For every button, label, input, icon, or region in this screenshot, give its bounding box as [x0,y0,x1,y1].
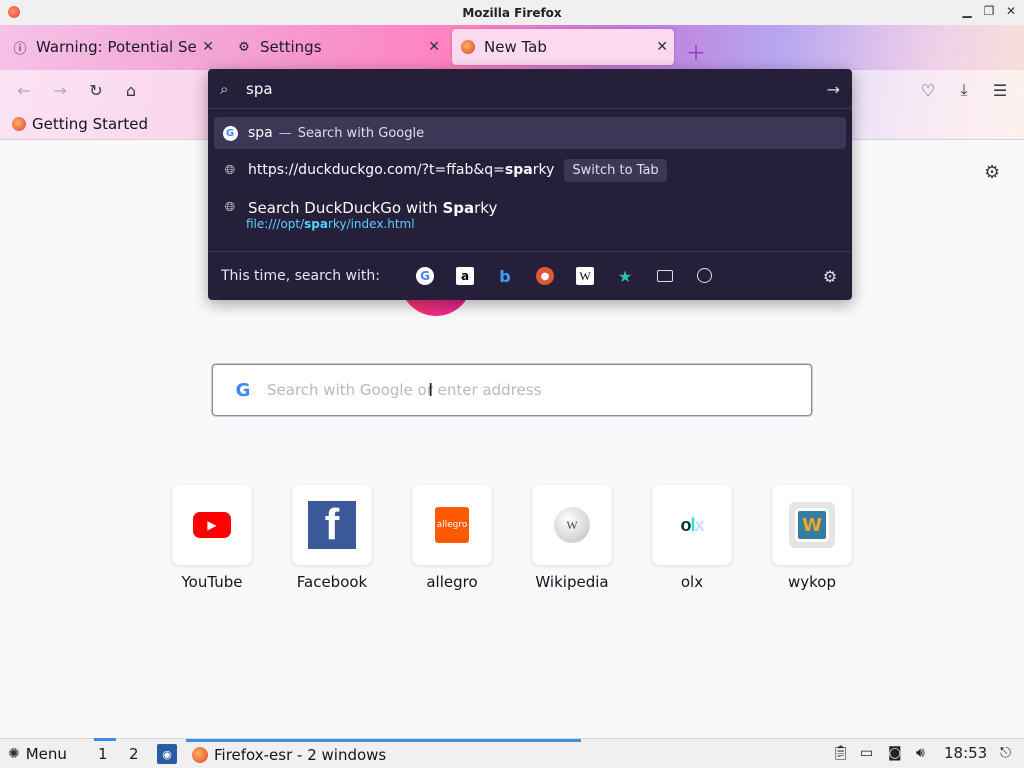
top-site-label: allegro [426,573,478,591]
menu-swirl-icon: ✺ [8,746,20,762]
display-icon[interactable]: ▭ [860,745,873,761]
top-site-label: Facebook [296,573,368,591]
top-site-label: olx [680,573,704,591]
text-cursor-icon: I [428,380,434,401]
window-title: Mozilla Firefox [462,5,562,20]
top-site-olx[interactable]: olx olx [652,485,732,591]
task-label: Firefox-esr - 2 windows [214,746,387,764]
globe-icon: 🌐︎ [224,199,236,215]
switch-to-tab-button[interactable]: Switch to Tab [564,158,667,182]
suggestion-history[interactable]: 🌐︎ Search DuckDuckGo with Sparky file://… [214,195,846,241]
start-menu-button[interactable]: ✺ Menu [8,745,67,763]
google-engine-icon[interactable]: G [416,267,434,285]
menu-label: Menu [25,745,67,763]
search-with-label: This time, search with: [221,267,380,284]
google-icon: G [235,379,251,401]
top-site-wikipedia[interactable]: W Wikipedia [532,485,612,591]
power-icon[interactable]: ⎋ [1000,745,1011,761]
notes-icon[interactable]: ◙ [888,745,902,761]
reload-button[interactable]: ↻ [86,80,106,100]
url-bar-popup: ⌕ spa → G spa — Search with Google 🌐︎ ht… [208,69,852,300]
close-tab-icon[interactable]: ✕ [656,39,668,55]
bookmark-getting-started[interactable]: Getting Started [12,115,148,133]
page-settings-gear-icon[interactable]: ⚙ [984,162,1000,183]
wikipedia-icon: W [554,507,590,543]
top-site-allegro[interactable]: allegro allegro [412,485,492,591]
tab-label: Warning: Potential Se [36,38,197,56]
back-button[interactable]: ← [14,80,34,100]
gear-icon: ⚙ [238,39,250,55]
tab-new-tab[interactable]: New Tab ✕ [452,29,674,65]
olx-icon: olx [680,514,704,535]
firefox-icon [8,6,20,18]
close-tab-icon[interactable]: ✕ [202,39,214,55]
tab-settings[interactable]: ⚙ Settings ✕ [228,29,446,65]
close-window-button[interactable]: ✕ [1004,4,1018,18]
allegro-icon: allegro [435,507,469,543]
suggestion-search-google[interactable]: G spa — Search with Google [214,117,846,149]
firefox-icon [192,747,208,763]
url-input-value: spa [246,79,273,98]
bing-engine-icon[interactable]: b [496,267,514,286]
suggestion-action: Search with Google [297,125,425,141]
search-placeholder: Search with Google or enter address [267,381,542,399]
firefox-icon [460,39,476,55]
tab-warning[interactable]: ⓘ Warning: Potential Se ✕ [4,29,220,65]
search-icon: ⌕ [220,79,229,98]
wikipedia-engine-icon[interactable]: W [576,267,594,285]
google-icon: G [222,125,238,141]
top-site-label: wykop [788,573,836,591]
downloads-button[interactable]: ⤓ [954,80,974,100]
go-arrow-icon[interactable]: → [827,80,840,99]
sparky-launcher-icon[interactable]: ◉ [157,744,177,764]
new-tab-button[interactable]: ＋ [686,37,706,66]
workspace-1[interactable]: 1 [94,738,116,763]
firefox-icon [12,117,26,131]
top-site-label: Wikipedia [535,573,609,591]
minimize-button[interactable]: ▁ [960,4,974,18]
top-site-facebook[interactable]: f Facebook [292,485,372,591]
close-tab-icon[interactable]: ✕ [428,39,440,55]
top-site-wykop[interactable]: W wykop [772,485,852,591]
wykop-icon: W [789,502,835,548]
home-button[interactable]: ⌂ [121,80,141,100]
clipboard-icon[interactable]: 📋︎ [832,745,850,761]
tab-label: Settings [260,38,322,56]
suggestion-url: file:///opt/sparky/index.html [246,217,415,231]
window-titlebar: Mozilla Firefox ▁ ❐ ✕ [0,0,1024,25]
suggestion-url: https://duckduckgo.com/?t=ffab&q=sparky [248,162,555,178]
maximize-button[interactable]: ❐ [982,4,996,18]
tab-strip: ⓘ Warning: Potential Se ✕ ⚙ Settings ✕ N… [0,25,1024,70]
top-site-youtube[interactable]: ▶ YouTube [172,485,252,591]
clock: 18:53 [944,744,988,762]
volume-icon[interactable]: 🔊︎ [916,745,925,761]
taskbar: ✺ Menu 1 2 ◉ Firefox-esr - 2 windows 📋︎ … [0,738,1024,768]
taskbar-task-firefox[interactable]: Firefox-esr - 2 windows [186,739,581,768]
search-settings-gear-icon[interactable]: ⚙ [821,267,839,286]
duckduckgo-engine-icon[interactable]: ● [536,267,554,285]
forward-button[interactable]: → [50,80,70,100]
history-clock-icon[interactable] [697,268,712,283]
warning-info-icon: ⓘ [13,41,27,57]
suggestion-text: spa [248,125,273,141]
top-sites: ▶ YouTube f Facebook allegro allegro W W… [172,485,852,591]
suggestion-switch-tab[interactable]: 🌐︎ https://duckduckgo.com/?t=ffab&q=spar… [214,155,846,185]
suggestion-title: Search DuckDuckGo with Sparky [248,199,498,217]
one-off-search-bar: This time, search with: G a b ● W ★ ⚙ [208,251,852,299]
page-search-input[interactable]: G Search with Google or enter address [212,364,812,416]
facebook-icon: f [308,501,356,549]
app-menu-button[interactable]: ☰ [990,80,1010,100]
amazon-engine-icon[interactable]: a [456,267,474,285]
tabs-icon[interactable] [657,270,673,282]
top-site-label: YouTube [181,573,243,591]
globe-icon: 🌐︎ [224,162,236,178]
youtube-icon: ▶ [193,512,231,538]
tab-label: New Tab [484,38,547,56]
workspace-2[interactable]: 2 [129,745,139,763]
bookmarks-star-icon[interactable]: ★ [616,267,634,286]
url-input[interactable]: ⌕ spa → [208,69,852,109]
pocket-button[interactable]: ♡ [918,80,938,100]
bookmark-label: Getting Started [32,115,148,133]
